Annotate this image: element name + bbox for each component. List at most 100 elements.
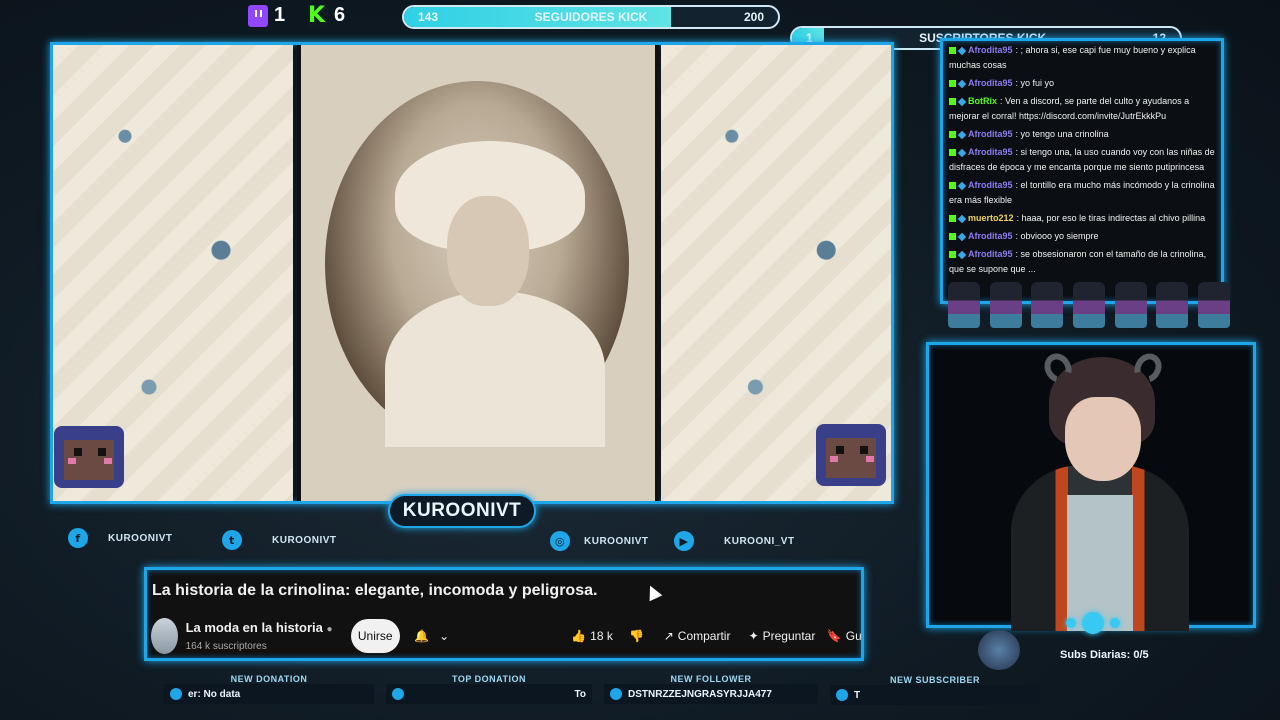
diamond-badge-icon [957, 181, 967, 190]
chat-username[interactable]: Afrodita95 [968, 180, 1013, 190]
thumbs-up-icon: 👍 [571, 629, 587, 643]
like-button[interactable]: 👍 18 k [565, 619, 618, 653]
share-icon: ↗ [663, 629, 674, 643]
notifications-button[interactable]: 🔔 ⌄ [408, 619, 456, 653]
new-subscriber-value: T [854, 689, 861, 701]
diamond-badge-icon [957, 130, 967, 139]
new-follower-label: NEW FOLLOWER [670, 674, 752, 684]
twitter-handle: KUROONIVT [272, 534, 337, 546]
followers-goal: 200 [743, 10, 764, 24]
bookmark-icon: 🔖 [826, 629, 842, 643]
chat-message: Afrodita95: ; ahora si, ese capi fue muy… [943, 43, 1221, 73]
new-donation-value: er: No data [188, 688, 241, 700]
new-donation-widget: NEW DONATION er: No data [164, 674, 374, 704]
twitch-counter: 1 [248, 4, 285, 27]
facebook-handle: KUROONIVT [108, 532, 173, 544]
chat-username[interactable]: BotRix [968, 96, 997, 106]
money-bag-icon [392, 688, 404, 700]
social-facebook[interactable]: f KUROONIVT [68, 528, 173, 548]
followers-label: SEGUIDORES KICK [534, 10, 648, 24]
share-label: Compartir [677, 629, 731, 643]
kick-badge-icon [949, 98, 956, 106]
subs-daily: Subs Diarias: 0/5 [1060, 649, 1149, 661]
save-label: Gu [845, 629, 861, 643]
chat-username[interactable]: Afrodita95 [968, 147, 1013, 157]
share-button[interactable]: ↗ Compartir [659, 619, 735, 653]
user-icon [610, 688, 622, 700]
new-follower-widget: NEW FOLLOWER DSTNRZZEJNGRASYRJJA477 [604, 674, 818, 704]
pixel-character [1072, 282, 1105, 328]
pixel-character [1114, 282, 1147, 328]
chat-message: muerto212: haaa, por eso le tiras indire… [943, 211, 1221, 226]
pixel-cat-right [808, 408, 894, 494]
chat-username[interactable]: Afrodita95 [968, 78, 1013, 88]
top-donation-label: TOP DONATION [451, 674, 526, 684]
chat-username[interactable]: muerto212 [968, 213, 1014, 223]
kick-badge-icon [949, 47, 956, 55]
social-instagram[interactable]: ◎ KUROONIVT [550, 531, 649, 551]
kick-count: 6 [334, 4, 346, 26]
pixel-character [989, 282, 1022, 328]
diamond-badge-icon [957, 250, 967, 259]
chat-message: Afrodita95: el tontillo era mucho más in… [943, 178, 1221, 208]
ask-button[interactable]: ✦ Preguntar [741, 619, 823, 653]
chat-username[interactable]: Afrodita95 [968, 249, 1013, 259]
streamer-name-tag: KUROONIVT [388, 494, 536, 528]
kick-badge-icon [949, 251, 956, 259]
social-twitter[interactable]: t KUROONIVT [222, 530, 337, 550]
twitch-count: 1 [274, 4, 286, 26]
kick-badge-icon [949, 215, 956, 223]
chat-text: : yo fui yo [1015, 78, 1055, 88]
avatar-shirt [1067, 495, 1133, 631]
chat-message: Afrodita95: yo tengo una crinolina [943, 127, 1221, 142]
channel-avatar[interactable] [151, 618, 178, 654]
followers-goal-bar: 143 SEGUIDORES KICK 200 [402, 5, 780, 29]
instagram-handle: KUROONIVT [584, 535, 649, 547]
verified-icon: ● [326, 624, 333, 635]
new-donation-label: NEW DONATION [230, 674, 308, 684]
thumbs-down-icon: 👎 [629, 629, 645, 643]
chat-text: : yo tengo una crinolina [1015, 129, 1109, 139]
mini-avatar [978, 630, 1020, 670]
followers-current: 143 [418, 10, 439, 24]
kick-icon: K [308, 4, 328, 27]
kick-badge-icon [949, 80, 956, 88]
vtuber-camera [926, 342, 1256, 631]
instagram-icon: ◎ [550, 531, 570, 551]
chat-text: : haaa, por eso le tiras indirectas al c… [1016, 213, 1206, 223]
pixel-character [1197, 282, 1230, 328]
subscriber-count: 164 k suscriptores [185, 641, 267, 652]
chat-message: Afrodita95: yo fui yo [943, 76, 1221, 91]
pixel-character [1031, 282, 1064, 328]
save-button[interactable]: 🔖 Gu [827, 619, 861, 653]
chat-username[interactable]: Afrodita95 [968, 231, 1013, 241]
new-subscriber-label: NEW SUBSCRIBER [889, 675, 980, 685]
info-icon [170, 688, 182, 700]
diamond-badge-icon [957, 214, 967, 223]
chat-text: : obviooo yo siempre [1015, 231, 1099, 241]
kick-badge-icon [949, 233, 956, 241]
chat-message: Afrodita95: se obsesionaron con el tamañ… [943, 247, 1221, 277]
camera-dots [1060, 612, 1126, 634]
portrait-photo [297, 45, 659, 501]
crown-icon [836, 689, 848, 701]
dislike-button[interactable]: 👎 [623, 619, 652, 653]
social-youtube[interactable]: ▶ KUROONI_VT [674, 531, 795, 551]
like-count: 18 k [590, 629, 613, 643]
chat-panel: Afrodita95: ; ahora si, ese capi fue muy… [940, 38, 1224, 304]
diamond-badge-icon [957, 148, 967, 157]
pixel-character [948, 282, 980, 328]
twitter-icon: t [222, 530, 242, 550]
chat-username[interactable]: Afrodita95 [968, 45, 1013, 55]
streamer-name: KUROONIVT [402, 500, 522, 521]
kick-badge-icon [949, 131, 956, 139]
chevron-down-icon: ⌄ [439, 629, 450, 643]
twitch-icon [248, 4, 268, 27]
sparkle-icon: ✦ [748, 629, 759, 643]
channel-name[interactable]: La moda en la historia ● [186, 620, 333, 635]
join-button[interactable]: Unirse [350, 619, 400, 653]
top-donation-widget: TOP DONATION To [386, 674, 592, 704]
ask-label: Preguntar [762, 629, 816, 643]
chat-username[interactable]: Afrodita95 [968, 129, 1013, 139]
portrait-oval [325, 81, 629, 447]
